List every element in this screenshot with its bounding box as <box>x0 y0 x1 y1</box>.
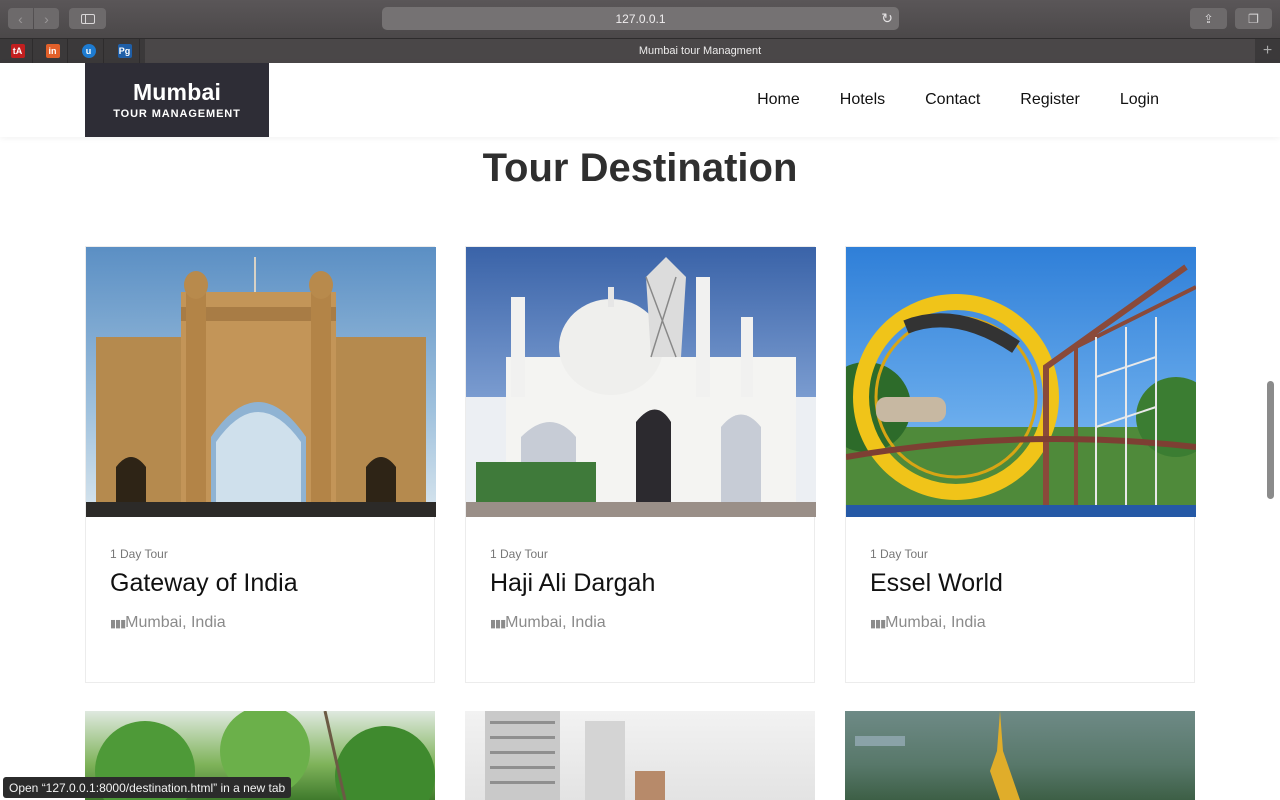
address-url: 127.0.0.1 <box>615 11 666 26</box>
favorite-3[interactable]: u <box>74 39 104 63</box>
menu-home[interactable]: Home <box>757 91 800 109</box>
destination-card-row2-2[interactable] <box>465 711 815 800</box>
sidebar-icon <box>80 13 95 24</box>
site-header: Mumbai TOUR MANAGEMENT Home Hotels Conta… <box>0 63 1280 137</box>
favicon-3: u <box>81 44 96 58</box>
menu-hotels[interactable]: Hotels <box>840 91 885 109</box>
chevron-left-icon: ‹ <box>18 10 23 27</box>
location-icon: ▮▮▮ <box>490 618 506 630</box>
destination-location: ▮▮▮Mumbai, India <box>110 614 410 632</box>
menu-contact[interactable]: Contact <box>925 91 980 109</box>
location-icon: ▮▮▮ <box>110 618 126 630</box>
site-logo[interactable]: Mumbai TOUR MANAGEMENT <box>85 63 269 137</box>
destination-tag: 1 Day Tour <box>490 547 548 561</box>
destination-image-gateway[interactable] <box>86 247 436 517</box>
plus-icon: + <box>1262 42 1273 59</box>
chevron-right-icon: › <box>44 10 49 27</box>
sidebar-toggle-button[interactable] <box>69 8 106 29</box>
status-bar: Open “127.0.0.1:8000/destination.html” i… <box>3 777 292 798</box>
logo-sub-text: TOUR MANAGEMENT <box>113 108 241 120</box>
forward-button[interactable]: › <box>34 8 59 29</box>
tab-title: Mumbai tour Managment <box>638 45 762 57</box>
destination-title[interactable]: Haji Ali Dargah <box>490 569 790 598</box>
show-tabs-button[interactable]: ❐ <box>1235 8 1272 29</box>
destination-card-gateway[interactable]: 1 Day Tour Gateway of India ▮▮▮Mumbai, I… <box>85 246 436 683</box>
tabs-icon: ❐ <box>1248 11 1259 26</box>
destination-image-haji-ali[interactable] <box>466 247 816 517</box>
destination-location: ▮▮▮Mumbai, India <box>870 614 1170 632</box>
navigation-buttons: ‹ › <box>8 8 59 29</box>
destination-location-text: Mumbai, India <box>505 614 606 631</box>
destination-card-body: 1 Day Tour Gateway of India ▮▮▮Mumbai, I… <box>86 517 434 682</box>
destination-card-essel-world[interactable]: 1 Day Tour Essel World ▮▮▮Mumbai, India <box>845 246 1196 683</box>
favorite-4[interactable]: Pg <box>110 39 140 63</box>
section-title: Tour Destination <box>482 146 798 190</box>
tab-bar: tA in u Pg Mumbai tour Managment + <box>0 38 1280 63</box>
favicon-2: in <box>45 44 60 58</box>
favorite-2[interactable]: in <box>38 39 68 63</box>
favorite-1[interactable]: tA <box>3 39 33 63</box>
active-tab[interactable]: Mumbai tour Managment <box>145 39 1255 63</box>
reload-icon[interactable]: ↻ <box>881 10 893 27</box>
favicon-4: Pg <box>117 44 132 58</box>
destination-image-pagoda[interactable] <box>845 711 1195 800</box>
destination-image-city[interactable] <box>465 711 815 800</box>
destination-location-text: Mumbai, India <box>885 614 986 631</box>
destination-card-body: 1 Day Tour Essel World ▮▮▮Mumbai, India <box>846 517 1194 682</box>
destination-card-row2-3[interactable] <box>845 711 1195 800</box>
location-icon: ▮▮▮ <box>870 618 886 630</box>
favicon-1: tA <box>10 44 25 58</box>
new-tab-button[interactable]: + <box>1255 39 1280 63</box>
share-button[interactable]: ⇪ <box>1190 8 1227 29</box>
menu-login[interactable]: Login <box>1120 91 1159 109</box>
destination-location-text: Mumbai, India <box>125 614 226 631</box>
page-scrollbar[interactable] <box>1267 381 1274 499</box>
browser-toolbar: ‹ › 127.0.0.1 ↻ ⇪ ❐ <box>0 0 1280 38</box>
share-icon: ⇪ <box>1203 11 1214 26</box>
menu-register[interactable]: Register <box>1020 91 1080 109</box>
destination-title[interactable]: Gateway of India <box>110 569 410 598</box>
destination-card-haji-ali[interactable]: 1 Day Tour Haji Ali Dargah ▮▮▮Mumbai, In… <box>465 246 816 683</box>
address-bar[interactable]: 127.0.0.1 ↻ <box>382 7 899 30</box>
logo-main-text: Mumbai <box>132 79 222 105</box>
back-button[interactable]: ‹ <box>8 8 33 29</box>
destination-title[interactable]: Essel World <box>870 569 1170 598</box>
destination-tag: 1 Day Tour <box>870 547 928 561</box>
destination-card-body: 1 Day Tour Haji Ali Dargah ▮▮▮Mumbai, In… <box>466 517 814 682</box>
destination-tag: 1 Day Tour <box>110 547 168 561</box>
destination-location: ▮▮▮Mumbai, India <box>490 614 790 632</box>
destination-image-essel-world[interactable] <box>846 247 1196 517</box>
main-menu: Home Hotels Contact Register Login <box>757 91 1159 109</box>
